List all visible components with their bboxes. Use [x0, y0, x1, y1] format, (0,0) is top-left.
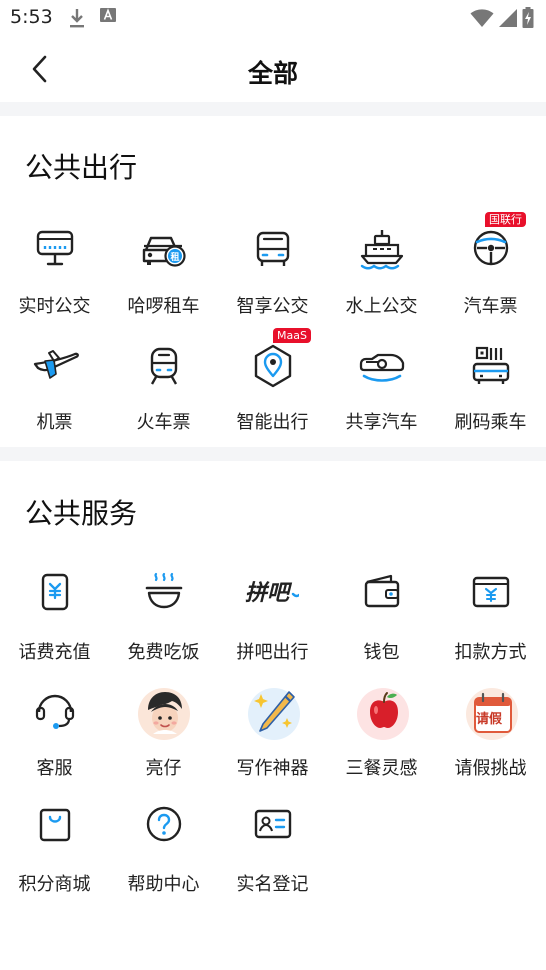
- grid-item-label: 哈啰租车: [127, 296, 200, 317]
- download-icon: [68, 7, 86, 33]
- grid-item-hello-car-rental[interactable]: 租 哈啰租车: [109, 226, 218, 336]
- headset-icon: [29, 688, 81, 740]
- grid-item-points-mall[interactable]: 积分商城: [0, 804, 109, 914]
- grid-item-label: 帮助中心: [127, 874, 200, 895]
- grid-item-scan-to-ride[interactable]: 刷码乘车: [436, 342, 545, 452]
- section-title-public-services: 公共服务: [25, 497, 138, 530]
- rent-car-icon: 租: [138, 226, 190, 278]
- grid-item-label: 共享汽车: [345, 412, 418, 433]
- grid-item-label: 请假挑战: [454, 758, 527, 779]
- pinba-logo-icon: 拼吧: [245, 572, 299, 624]
- magic-pen-icon: [247, 688, 300, 740]
- bus-icon: [247, 226, 299, 278]
- grid-item-coach-ticket[interactable]: 国联行 汽车票: [436, 212, 545, 336]
- airplane-icon: [29, 342, 81, 394]
- grid-item-flight[interactable]: 机票: [0, 342, 109, 452]
- badge-label: MaaS: [273, 328, 311, 343]
- bus-stop-icon: [29, 226, 81, 278]
- grid-item-payment-method[interactable]: 扣款方式: [436, 572, 545, 682]
- qr-bus-icon: [465, 342, 517, 394]
- grid-item-writing-tool[interactable]: 写作神器: [218, 688, 327, 798]
- nav-bar: 全部: [0, 36, 546, 102]
- wifi-icon: [470, 8, 494, 32]
- grid-item-smart-bus[interactable]: 智享公交: [218, 226, 327, 336]
- font-a-icon: [100, 7, 116, 33]
- page-title: 全部: [247, 59, 298, 88]
- grid-item-label: 实名登记: [236, 874, 309, 895]
- grid-item-realtime-bus[interactable]: 实时公交: [0, 226, 109, 336]
- svg-text:租: 租: [170, 251, 179, 263]
- grid-item-train-ticket[interactable]: 火车票: [109, 342, 218, 452]
- grid-item-label: 话费充值: [18, 642, 91, 663]
- grid-item-liangzai[interactable]: 亮仔: [109, 688, 218, 798]
- leave-calendar-icon: 请假: [465, 688, 518, 740]
- leave-logo-text: 请假: [476, 712, 503, 727]
- shared-car-icon: [356, 342, 408, 394]
- grid-item-pinba-travel[interactable]: 拼吧 拼吧出行: [218, 572, 327, 682]
- grid-item-shared-car[interactable]: 共享汽车: [327, 342, 436, 452]
- badge-label: 国联行: [485, 212, 526, 227]
- grid-item-label: 智享公交: [236, 296, 309, 317]
- rice-bowl-icon: [138, 572, 190, 624]
- grid-item-label: 钱包: [363, 642, 400, 663]
- grid-item-label: 拼吧出行: [236, 642, 309, 663]
- section-title-public-transport: 公共出行: [25, 151, 138, 184]
- grid-item-water-bus[interactable]: 水上公交: [327, 226, 436, 336]
- shopping-bag-icon: [29, 804, 81, 856]
- grid-item-label: 机票: [36, 412, 73, 433]
- grid-item-wallet[interactable]: 钱包: [327, 572, 436, 682]
- grid-item-label: 水上公交: [345, 296, 418, 317]
- grid-item-real-name-registration[interactable]: 实名登记: [218, 804, 327, 914]
- grid-item-meal-ideas[interactable]: 三餐灵感: [327, 688, 436, 798]
- payment-card-icon: [465, 572, 517, 624]
- grid-item-label: 亮仔: [145, 758, 182, 779]
- grid-item-label: 火车票: [136, 412, 191, 433]
- status-bar: 5:53: [0, 0, 546, 36]
- grid-item-label: 汽车票: [463, 296, 518, 317]
- help-circle-icon: [138, 804, 190, 856]
- grid-item-label: 三餐灵感: [345, 758, 418, 779]
- grid-item-leave-challenge[interactable]: 请假 请假挑战: [436, 688, 545, 798]
- grid-item-phone-recharge[interactable]: 话费充值: [0, 572, 109, 682]
- grid-item-customer-service[interactable]: 客服: [0, 688, 109, 798]
- signal-icon: [498, 8, 518, 32]
- location-hex-icon: MaaS: [247, 328, 311, 394]
- grid-item-free-meal[interactable]: 免费吃饭: [109, 572, 218, 682]
- grid-item-label: 写作神器: [236, 758, 309, 779]
- grid-item-label: 积分商城: [18, 874, 91, 895]
- grid-item-label: 智能出行: [236, 412, 309, 433]
- status-time: 5:53: [10, 6, 53, 28]
- phone-recharge-icon: [29, 572, 81, 624]
- grid-item-label: 免费吃饭: [127, 642, 200, 663]
- coach-ticket-icon: 国联行: [465, 212, 526, 278]
- grid-item-label: 扣款方式: [454, 642, 527, 663]
- grid-item-label: 客服: [36, 758, 73, 779]
- train-icon: [138, 342, 190, 394]
- grid-item-smart-travel[interactable]: MaaS 智能出行: [218, 328, 327, 452]
- apple-icon: [356, 688, 409, 740]
- ship-icon: [356, 226, 408, 278]
- wallet-icon: [356, 572, 408, 624]
- id-card-icon: [247, 804, 299, 856]
- section-divider: [0, 447, 546, 461]
- battery-charging-icon: [522, 7, 534, 33]
- grid-item-label: 实时公交: [18, 296, 91, 317]
- grid-item-help-center[interactable]: 帮助中心: [109, 804, 218, 914]
- avatar-boy-icon: [138, 688, 190, 740]
- section-divider: [0, 102, 546, 116]
- grid-item-label: 刷码乘车: [454, 412, 527, 433]
